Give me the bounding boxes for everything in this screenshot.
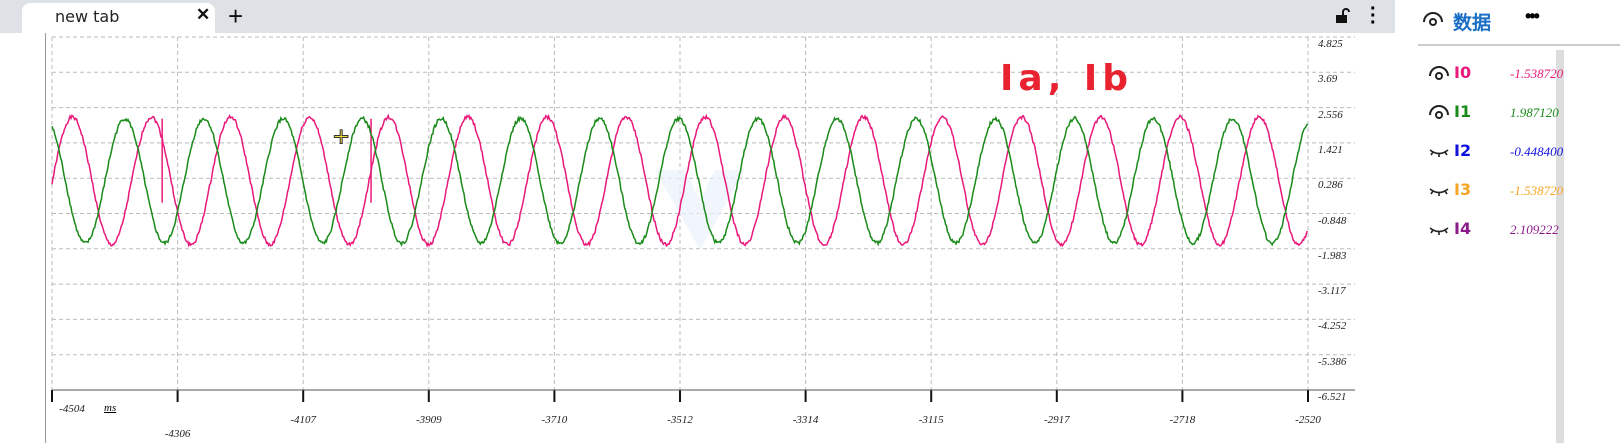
channel-name: I0 [1454,63,1472,82]
channel-name: I4 [1454,219,1472,238]
channel-row-I4[interactable]: I4 2.109222 [1420,218,1620,242]
channel-row-I3[interactable]: I3 -1.538720 [1420,179,1620,203]
eye-open-icon[interactable] [1428,64,1450,82]
channel-row-I1[interactable]: I1 1.987120 [1420,101,1620,125]
y-tick-label: 3.69 [1318,73,1338,86]
x-tick-label: -4306 [164,428,191,440]
channel-value: -0.448400 [1510,144,1564,159]
channel-value: 1.987120 [1510,105,1559,120]
x-tick-label: -2718 [1169,414,1196,426]
channel-row-I2[interactable]: I2 -0.448400 [1420,140,1620,164]
x-tick-label: -3710 [541,414,568,426]
y-tick-label: -3.117 [1318,285,1346,298]
y-tick-label: -4.252 [1318,320,1347,333]
eye-closed-icon[interactable] [1428,181,1450,199]
x-tick-label: -2520 [1295,414,1321,426]
y-tick-label: 0.286 [1318,179,1343,192]
channel-name: I1 [1454,102,1472,121]
x-tick-label: -2917 [1043,414,1070,426]
eye-icon[interactable] [1422,10,1444,26]
x-axis-unit: ms [104,402,117,414]
y-tick-label: 2.556 [1318,108,1343,121]
y-tick-label: 4.825 [1318,38,1343,50]
divider [1418,44,1620,46]
channel-value: -1.538720 [1510,183,1564,198]
x-tick-label: -4107 [290,414,317,426]
channel-row-I0[interactable]: I0 -1.538720 [1420,62,1620,86]
channel-name: I2 [1454,141,1472,160]
y-tick-label: -1.983 [1318,249,1347,262]
channel-value: 2.109222 [1510,222,1559,237]
panel-title: 数据 [1453,12,1492,34]
channel-name: I3 [1454,180,1472,199]
waveform-chart[interactable]: + [0,0,1395,443]
x-tick-label: -3115 [918,414,944,426]
crosshair-cursor-icon: + [333,121,349,152]
y-tick-label: -6.521 [1318,391,1347,403]
channel-value: -1.538720 [1510,66,1564,81]
x-tick-label: -3909 [415,414,442,426]
y-tick-label: -0.848 [1318,214,1347,227]
y-tick-label: 1.421 [1318,143,1343,156]
eye-closed-icon[interactable] [1428,220,1450,238]
x-tick-label: -3314 [792,414,819,426]
y-tick-label: -5.386 [1318,355,1347,368]
more-icon[interactable]: ••• [1525,6,1540,27]
chart-title: Ia, Ib [1000,58,1134,99]
x-tick-label: -4504 [59,403,85,415]
x-tick-label: -3512 [667,414,693,426]
eye-closed-icon[interactable] [1428,142,1450,160]
eye-open-icon[interactable] [1428,103,1450,121]
